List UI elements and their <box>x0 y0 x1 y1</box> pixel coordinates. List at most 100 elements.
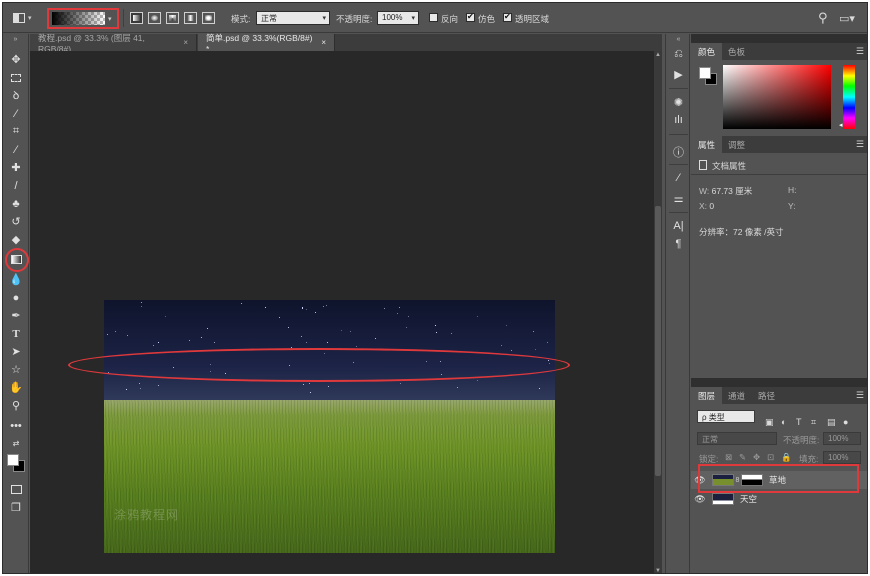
tab-document-1[interactable]: 教程.psd @ 33.3% (图层 41, RGB/8#) × <box>30 33 197 54</box>
path-selection-tool-icon[interactable]: ➤ <box>7 344 25 359</box>
linear-gradient-button[interactable] <box>130 12 143 24</box>
panel-menu-icon[interactable]: ☰ <box>856 139 864 150</box>
brush-tool-icon[interactable]: / <box>7 178 25 193</box>
canvas-area[interactable]: 涂鸦教程网 <box>30 51 654 573</box>
layer-filter-select[interactable]: ρ 类型 <box>697 410 755 423</box>
tool-preset-picker[interactable]: ▾ <box>13 3 39 33</box>
brush-settings-icon[interactable]: ⁄ <box>669 172 688 188</box>
workspace-icon[interactable]: ▭▾ <box>839 12 855 25</box>
blend-mode-select[interactable]: 正常 <box>697 432 777 445</box>
panel-menu-icon[interactable]: ☰ <box>856 46 864 57</box>
history-brush-tool-icon[interactable]: ↺ <box>7 214 25 229</box>
tab-color[interactable]: 颜色 <box>691 43 723 60</box>
x-value[interactable]: 0 <box>709 201 714 211</box>
reflected-gradient-button[interactable] <box>184 12 197 24</box>
vertical-scrollbar[interactable]: ▲ ▼ <box>654 51 662 573</box>
info-icon[interactable]: ⓘ <box>669 144 688 160</box>
eyedropper-tool-icon[interactable]: ⁄ <box>7 142 25 157</box>
star <box>141 302 142 303</box>
mode-select[interactable]: 正常 ▾ <box>256 11 330 25</box>
layer-opacity-input[interactable]: 100% <box>823 432 861 445</box>
pen-tool-icon[interactable]: ✒ <box>7 308 25 323</box>
lasso-tool-icon[interactable]: ꝺ <box>7 88 25 103</box>
hue-marker-icon[interactable]: ◂ <box>839 121 843 129</box>
filter-smart-object-icon[interactable]: ▤ <box>827 417 836 428</box>
width-label: W: <box>699 186 710 196</box>
close-icon[interactable]: × <box>321 38 326 47</box>
color-panel-foreground[interactable] <box>699 67 711 79</box>
tab-paths[interactable]: 路径 <box>751 387 782 404</box>
transparency-checkbox[interactable] <box>503 12 512 22</box>
filter-type-icon[interactable]: T <box>796 417 802 427</box>
visibility-eye-icon[interactable]: 👁 <box>691 494 709 505</box>
eraser-tool-icon[interactable]: ◆ <box>7 232 25 247</box>
shape-tool-icon[interactable]: ☆ <box>7 362 25 377</box>
tab-document-2[interactable]: 简单.psd @ 33.3%(RGB/8#) * × <box>198 33 335 54</box>
quick-mask-icon[interactable] <box>7 482 25 497</box>
star <box>539 388 540 389</box>
histogram-icon[interactable]: ılı <box>669 114 688 130</box>
panel-grip-icon[interactable]: » <box>3 36 29 43</box>
document-canvas[interactable]: 涂鸦教程网 <box>104 300 555 553</box>
opacity-input[interactable]: 100% ▾ <box>377 11 419 25</box>
layer-name: 天空 <box>740 494 758 504</box>
close-icon[interactable]: × <box>183 38 188 47</box>
filter-adjustment-icon[interactable]: ◐ <box>781 417 786 427</box>
filter-toggle-icon[interactable]: ● <box>843 417 848 427</box>
search-icon[interactable]: ⚲ <box>818 10 828 26</box>
crop-tool-icon[interactable]: ⌗ <box>7 124 25 139</box>
scrollbar-thumb[interactable] <box>655 206 661 476</box>
width-value[interactable]: 67.73 厘米 <box>712 186 753 196</box>
dodge-tool-icon[interactable]: ● <box>7 290 25 305</box>
star <box>214 342 215 343</box>
marquee-tool-icon[interactable] <box>7 70 25 85</box>
actions-play-icon[interactable]: ▶ <box>669 68 688 84</box>
lock-transparent-icon[interactable]: ⊠ <box>725 452 732 463</box>
lock-all-icon[interactable]: 🔒 <box>781 452 792 463</box>
panel-menu-icon[interactable]: ☰ <box>856 390 864 401</box>
history-icon[interactable]: ⎌ <box>669 48 688 64</box>
gradient-picker[interactable]: ▾ <box>47 8 119 29</box>
lock-artboard-icon[interactable]: ⊡ <box>767 452 774 463</box>
tab-properties[interactable]: 属性 <box>691 136 723 153</box>
brightness-icon[interactable]: ✺ <box>669 96 688 112</box>
more-tools-icon[interactable]: ••• <box>7 418 25 433</box>
adjustments-icon[interactable]: ⚌ <box>669 192 688 208</box>
hue-slider[interactable] <box>843 65 855 129</box>
move-tool-icon[interactable]: ✥ <box>7 52 25 67</box>
tab-adjustments[interactable]: 调整 <box>721 136 752 153</box>
tab-layers[interactable]: 图层 <box>691 387 723 404</box>
lock-position-icon[interactable]: ✥ <box>753 452 760 463</box>
hand-tool-icon[interactable]: ✋ <box>7 380 25 395</box>
reverse-checkbox[interactable] <box>429 13 438 22</box>
color-picker-field[interactable] <box>723 65 831 129</box>
swap-colors-icon[interactable]: ⇄ <box>7 436 25 451</box>
color-swatches[interactable] <box>7 454 29 476</box>
radial-gradient-button[interactable] <box>148 12 161 24</box>
layers-panel-tabs: 图层 通道 路径 ☰ <box>691 387 867 404</box>
star <box>506 325 507 326</box>
healing-brush-tool-icon[interactable]: ✚ <box>7 160 25 175</box>
clone-stamp-tool-icon[interactable]: ♣ <box>7 196 25 211</box>
scroll-down-icon[interactable]: ▼ <box>654 568 662 573</box>
star <box>451 333 452 334</box>
filter-pixel-icon[interactable]: ▣ <box>765 417 774 428</box>
foreground-color[interactable] <box>7 454 19 466</box>
scroll-up-icon[interactable]: ▲ <box>654 52 662 58</box>
character-icon[interactable]: A| <box>669 220 688 236</box>
tab-channels[interactable]: 通道 <box>721 387 752 404</box>
screen-mode-icon[interactable]: ❐ <box>7 500 25 515</box>
lock-pixels-icon[interactable]: ✎ <box>739 452 746 463</box>
fill-input[interactable]: 100% <box>823 451 861 464</box>
blur-tool-icon[interactable]: 💧 <box>7 272 25 287</box>
diamond-gradient-button[interactable] <box>202 12 215 24</box>
angle-gradient-button[interactable] <box>166 12 179 24</box>
star <box>533 331 534 332</box>
dither-checkbox[interactable] <box>466 12 475 22</box>
paragraph-icon[interactable]: ¶ <box>669 238 688 254</box>
filter-shape-icon[interactable]: ⌗ <box>811 417 816 428</box>
zoom-tool-icon[interactable]: ⚲ <box>7 398 25 413</box>
magic-wand-tool-icon[interactable]: ⁄ <box>7 106 25 121</box>
tab-swatches[interactable]: 色板 <box>721 43 752 60</box>
type-tool-icon[interactable]: T <box>7 326 25 341</box>
